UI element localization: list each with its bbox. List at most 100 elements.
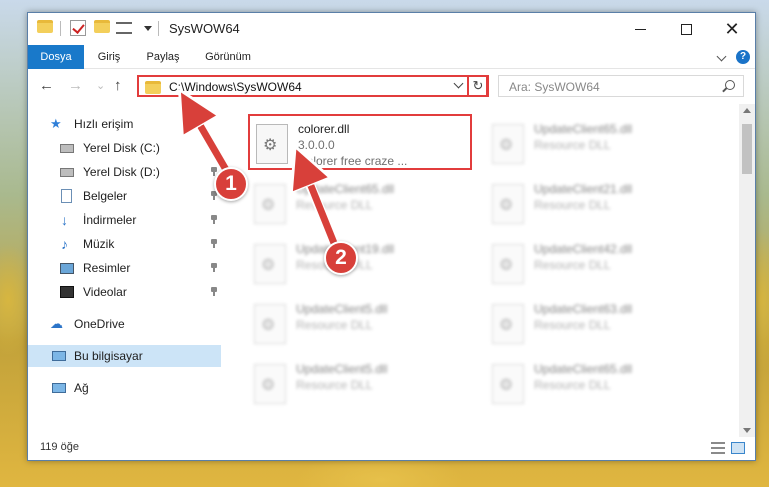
sidebar-item-disk-c[interactable]: Yerel Disk (C:) [28, 137, 221, 159]
navigation-bar: ← → ⌄ ↑ C:\Windows\SysWOW64 ↻ Ara: SysWO… [28, 70, 755, 102]
sidebar-item-documents[interactable]: Belgeler [28, 185, 221, 207]
minimize-icon [634, 28, 646, 30]
title-bar: SysWOW64 ✕ [28, 13, 755, 45]
sidebar-item-label: Hızlı erişim [74, 117, 134, 131]
scroll-thumb[interactable] [742, 124, 752, 174]
tab-giris[interactable]: Giriş [86, 45, 132, 69]
ribbon-tabs: Dosya Giriş Paylaş Görünüm ? [28, 45, 755, 69]
pin-icon[interactable] [210, 287, 218, 296]
new-folder-icon[interactable] [94, 20, 110, 36]
file-name: UpdateClient5.dll [296, 302, 388, 316]
cloud-icon: ☁ [50, 316, 63, 331]
file-item[interactable]: UpdateClient5.dll Resource DLL [248, 296, 472, 352]
toolbar-separator [60, 21, 61, 36]
file-item[interactable]: UpdateClient65.dll Resource DLL [248, 176, 472, 232]
navigation-pane: ★ Hızlı erişim Yerel Disk (C:) Yerel Dis… [28, 104, 221, 437]
close-button[interactable]: ✕ [709, 13, 755, 45]
tab-gorunum[interactable]: Görünüm [194, 45, 262, 69]
dll-file-icon [492, 364, 524, 404]
scroll-up-icon[interactable] [743, 108, 751, 113]
sidebar-item-label: Ağ [74, 381, 89, 395]
sidebar-item-label: Yerel Disk (D:) [83, 165, 160, 179]
file-name: UpdateClient65.dll [296, 182, 395, 196]
maximize-button[interactable] [663, 13, 709, 45]
disk-icon [60, 168, 74, 177]
forward-button[interactable]: → [68, 78, 83, 94]
maximize-icon [680, 23, 692, 35]
file-type: Resource DLL [296, 378, 373, 392]
scroll-down-icon[interactable] [743, 428, 751, 433]
sidebar-item-downloads[interactable]: ↓ İndirmeler [28, 209, 221, 231]
file-type: Resource DLL [534, 258, 611, 272]
vertical-scrollbar[interactable] [739, 104, 755, 437]
network-icon [52, 383, 66, 393]
details-view-icon[interactable] [711, 442, 725, 454]
file-item[interactable]: UpdateClient21.dll Resource DLL [486, 176, 710, 232]
sidebar-item-this-pc[interactable]: Bu bilgisayar [28, 345, 221, 367]
file-description: Colorer free craze ... [298, 154, 408, 168]
window-title: SysWOW64 [169, 21, 240, 36]
close-icon: ✕ [724, 19, 740, 39]
sidebar-item-label: Belgeler [83, 189, 128, 203]
address-path[interactable]: C:\Windows\SysWOW64 [169, 80, 302, 94]
file-list: colorer.dll 3.0.0.0 Colorer free craze .… [248, 104, 739, 437]
rename-icon[interactable] [116, 22, 132, 34]
dll-file-icon [492, 124, 524, 164]
quick-access-dropdown-icon[interactable] [144, 26, 152, 31]
dll-file-icon [254, 364, 286, 404]
sidebar-item-network[interactable]: Ağ [28, 377, 221, 399]
dll-file-icon [256, 124, 288, 164]
pin-icon[interactable] [210, 263, 218, 272]
search-input[interactable]: Ara: SysWOW64 [498, 75, 744, 97]
file-name: UpdateClient65.dll [534, 362, 633, 376]
step-2-badge: 2 [324, 241, 358, 275]
sidebar-item-label: Müzik [83, 237, 115, 251]
address-dropdown-icon[interactable] [453, 78, 464, 89]
recent-locations-button[interactable]: ⌄ [96, 78, 105, 94]
properties-icon[interactable] [70, 20, 86, 36]
address-bar[interactable]: C:\Windows\SysWOW64 [137, 75, 488, 97]
explorer-window: SysWOW64 ✕ Dosya Giriş Paylaş Görünüm ? … [27, 12, 756, 461]
expand-ribbon-icon[interactable] [716, 51, 727, 62]
sidebar-item-onedrive[interactable]: ☁ OneDrive [28, 313, 221, 335]
video-icon [60, 286, 74, 298]
refresh-button[interactable]: ↻ [467, 75, 489, 97]
folder-icon [37, 20, 53, 36]
music-icon: ♪ [61, 236, 68, 252]
step-1-badge: 1 [214, 167, 248, 201]
file-item-colorer-dll[interactable]: colorer.dll 3.0.0.0 Colorer free craze .… [248, 114, 472, 170]
pin-icon[interactable] [210, 239, 218, 248]
sidebar-item-videos[interactable]: Videolar [28, 281, 221, 303]
item-count: 119 öğe [40, 441, 79, 453]
toolbar-separator [158, 21, 159, 36]
sidebar-item-label: Resimler [83, 261, 131, 275]
sidebar-item-disk-d[interactable]: Yerel Disk (D:) [28, 161, 221, 183]
pin-icon[interactable] [210, 215, 218, 224]
file-type: Resource DLL [296, 318, 373, 332]
download-icon: ↓ [61, 212, 68, 228]
large-icons-view-icon[interactable] [731, 442, 745, 454]
file-version: 3.0.0.0 [298, 138, 335, 152]
file-type: Resource DLL [534, 198, 611, 212]
star-icon: ★ [50, 116, 62, 131]
file-item[interactable]: UpdateClient42.dll Resource DLL [486, 236, 710, 292]
file-item[interactable]: UpdateClient5.dll Resource DLL [248, 356, 472, 412]
sidebar-item-quick-access[interactable]: ★ Hızlı erişim [28, 113, 221, 135]
picture-icon [60, 263, 74, 274]
computer-icon [52, 351, 66, 361]
dll-file-icon [492, 304, 524, 344]
up-button[interactable]: ↑ [114, 78, 122, 94]
file-item[interactable]: UpdateClient63.dll Resource DLL [486, 296, 710, 352]
file-item[interactable]: UpdateClient65.dll Resource DLL [486, 356, 710, 412]
file-item[interactable]: UpdateClient65.dll Resource DLL [486, 116, 710, 172]
file-item[interactable]: UpdateClient19.dll Resource DLL [248, 236, 472, 292]
back-button[interactable]: ← [39, 78, 54, 94]
search-icon[interactable] [725, 80, 735, 90]
sidebar-item-music[interactable]: ♪ Müzik [28, 233, 221, 255]
tab-dosya[interactable]: Dosya [28, 45, 84, 69]
tab-paylas[interactable]: Paylaş [136, 45, 190, 69]
disk-icon [60, 144, 74, 153]
minimize-button[interactable] [617, 13, 663, 45]
sidebar-item-pictures[interactable]: Resimler [28, 257, 221, 279]
help-button[interactable]: ? [736, 50, 750, 64]
